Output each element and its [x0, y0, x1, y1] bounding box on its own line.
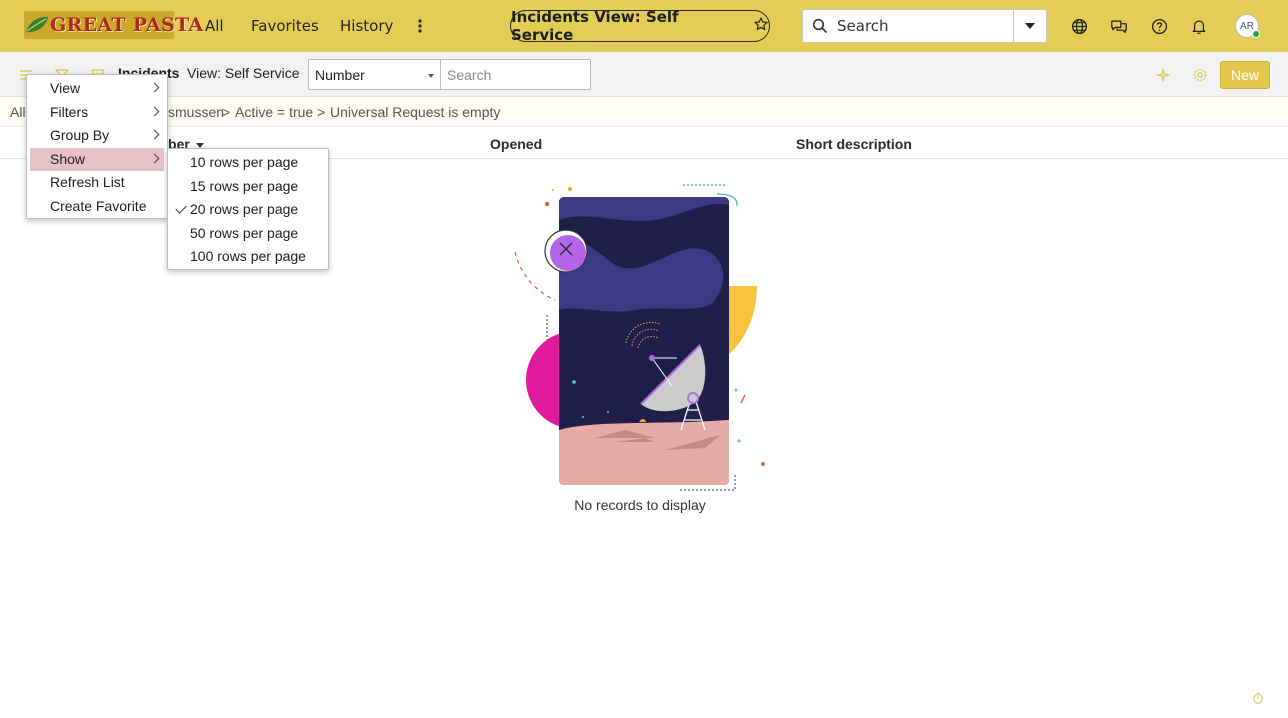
breadcrumb-separator: >	[317, 104, 326, 120]
column-short-description[interactable]: Short description	[796, 136, 912, 152]
menu-item-label: Show	[50, 150, 86, 167]
gear-icon[interactable]	[1191, 66, 1209, 84]
presence-indicator	[1252, 30, 1260, 38]
nav-all[interactable]: All	[205, 17, 224, 35]
search-scope-dropdown[interactable]	[1013, 10, 1046, 42]
chevron-right-icon	[149, 106, 160, 116]
global-search-input[interactable]: Search	[837, 17, 1013, 35]
star-icon[interactable]	[753, 16, 769, 36]
context-title-pill[interactable]: Incidents View: Self Service	[510, 8, 770, 44]
list-toolbar: Incidents View: Self Service Number New	[0, 52, 1288, 97]
menu-item-label: Create Favorite	[50, 197, 147, 214]
rows-per-page-15[interactable]: 15 rows per page	[170, 175, 326, 199]
breadcrumb-request-filter[interactable]: Universal Request is empty	[330, 104, 500, 120]
breadcrumb-separator: >	[222, 104, 231, 120]
search-field-select[interactable]: Number	[308, 59, 441, 90]
list-context-menu: View Filters Group By Show Refresh List …	[26, 74, 168, 219]
nav-history[interactable]: History	[340, 17, 393, 35]
empty-state-illustration	[514, 184, 765, 491]
user-avatar[interactable]: AR	[1235, 14, 1260, 38]
sparkle-icon[interactable]	[1154, 66, 1172, 84]
rows-per-page-50[interactable]: 50 rows per page	[170, 222, 326, 246]
top-banner: GREAT PASTA All Favorites History Incide…	[0, 0, 1288, 52]
list-view-label: View: Self Service	[187, 65, 300, 81]
chevron-right-icon	[149, 129, 160, 140]
rows-option-label: 10 rows per page	[190, 154, 299, 170]
rows-option-label: 15 rows per page	[190, 177, 299, 194]
company-logo[interactable]: GREAT PASTA	[24, 11, 203, 39]
breadcrumb-all[interactable]: All	[10, 104, 26, 120]
global-search[interactable]: Search	[802, 9, 1047, 43]
rows-per-page-20[interactable]: 20 rows per page	[170, 198, 326, 222]
context-title: Incidents View: Self Service	[511, 8, 679, 44]
empty-state-message: No records to display	[574, 497, 706, 513]
menu-item-label: Filters	[50, 103, 89, 120]
avatar-initials: AR	[1240, 20, 1254, 32]
show-rows-submenu: 10 rows per page 15 rows per page 20 row…	[167, 148, 329, 270]
menu-item-label: Group By	[50, 127, 110, 143]
menu-item-refresh-list[interactable]: Refresh List	[30, 171, 164, 195]
rows-option-label: 50 rows per page	[190, 224, 299, 241]
basil-leaf-icon	[24, 11, 50, 39]
column-opened[interactable]: Opened	[490, 136, 542, 152]
timer-icon[interactable]	[1251, 691, 1265, 705]
rows-option-label: 20 rows per page	[190, 201, 299, 217]
breadcrumb-caller[interactable]: smussen	[168, 104, 224, 120]
rows-option-label: 100 rows per page	[190, 248, 306, 264]
checkmark-icon	[175, 202, 187, 214]
rows-per-page-100[interactable]: 100 rows per page	[170, 245, 326, 269]
search-field-value: Number	[315, 66, 365, 83]
menu-item-label: View	[50, 80, 81, 96]
list-search-input[interactable]	[441, 59, 591, 90]
menu-item-create-favorite[interactable]: Create Favorite	[30, 195, 164, 219]
chevron-right-icon	[149, 82, 160, 93]
menu-item-filters[interactable]: Filters	[30, 101, 164, 125]
rows-per-page-10[interactable]: 10 rows per page	[170, 151, 326, 175]
menu-item-group-by[interactable]: Group By	[30, 124, 164, 148]
chevron-right-icon	[149, 153, 160, 163]
more-menu-icon[interactable]	[414, 14, 426, 38]
filter-breadcrumb: All smussen > Active = true > Universal …	[0, 97, 1288, 127]
new-record-button[interactable]: New	[1220, 61, 1270, 89]
breadcrumb-active-filter[interactable]: Active = true	[235, 104, 313, 120]
menu-item-view[interactable]: View	[30, 77, 164, 101]
help-icon[interactable]	[1149, 16, 1169, 36]
menu-item-show[interactable]: Show	[30, 147, 164, 171]
menu-item-label: Refresh List	[50, 174, 125, 190]
chat-icon[interactable]	[1109, 16, 1129, 36]
bell-icon[interactable]	[1189, 16, 1209, 36]
nav-favorites[interactable]: Favorites	[251, 17, 319, 35]
search-icon	[803, 18, 837, 34]
logo-text: GREAT PASTA	[50, 14, 204, 36]
globe-icon[interactable]	[1069, 16, 1089, 36]
chevron-down-icon	[428, 74, 434, 78]
